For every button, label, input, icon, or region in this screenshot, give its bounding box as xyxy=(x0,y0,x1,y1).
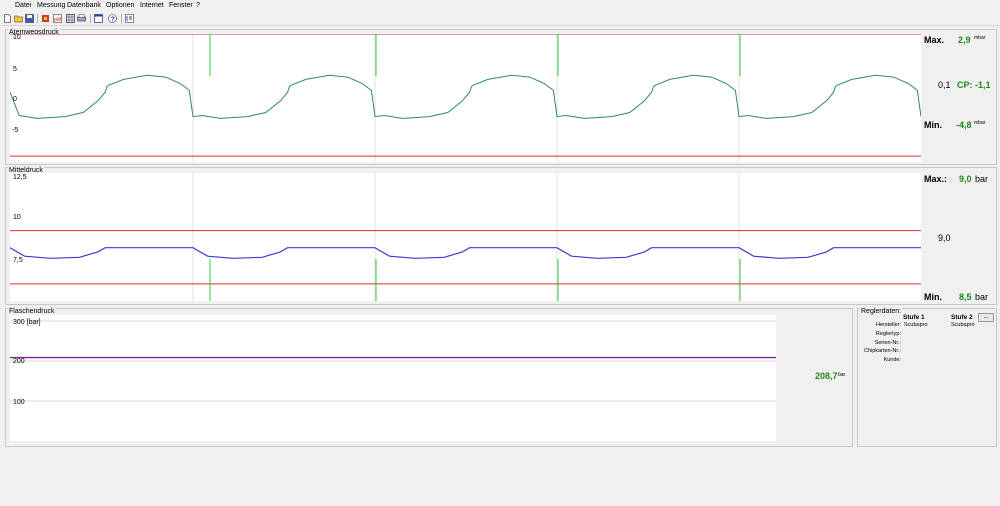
ytick: 10 xyxy=(13,34,21,41)
min-unit: bar xyxy=(975,292,989,302)
ytick: 200 xyxy=(13,358,25,365)
max-unit: mbar xyxy=(974,35,986,41)
rd-value-stufe2: Scubapro xyxy=(951,322,975,328)
grid-icon[interactable] xyxy=(66,14,75,23)
ytick: 5 xyxy=(13,66,17,73)
ytick: 0 xyxy=(13,96,17,103)
stufe1-header: Stufe 1 xyxy=(903,314,925,321)
menu-datenbank[interactable]: Datenbank xyxy=(67,2,101,10)
min-value: -4,8 xyxy=(956,120,972,130)
cp-value: CP: -1,1 xyxy=(957,80,991,90)
pdf-icon[interactable]: pdf xyxy=(53,14,62,23)
ytick: 300 [bar] xyxy=(13,319,41,326)
rd-label-kunde: Kunde: xyxy=(883,357,901,363)
window-icon[interactable] xyxy=(94,14,103,23)
save-icon[interactable] xyxy=(25,14,34,23)
help-icon[interactable]: ? xyxy=(108,14,117,23)
ytick: -5 xyxy=(12,127,19,134)
more-button[interactable]: ... xyxy=(978,313,994,322)
menu-optionen[interactable]: Optionen xyxy=(106,2,134,10)
min-label: Min. xyxy=(924,120,942,130)
menu-bar: Datei Messung Datenbank Optionen Interne… xyxy=(0,0,1000,12)
rd-label-hersteller: Hersteller: xyxy=(875,322,901,328)
ytick: 100 xyxy=(13,399,25,406)
rd-value-stufe1: Scubapro xyxy=(904,322,928,328)
mitteldruck-trace xyxy=(10,247,921,259)
max-value: 2,9 xyxy=(958,35,971,45)
ytick: 10 xyxy=(13,214,21,221)
menu-fenster[interactable]: Fenster xyxy=(169,2,193,10)
menu-datei[interactable]: Datei xyxy=(15,2,31,10)
toolbar-separator xyxy=(90,14,91,23)
current-value: 0,1 xyxy=(938,80,951,90)
flaschendruck-chart xyxy=(10,320,776,402)
ytick: 7,5 xyxy=(13,257,23,264)
rd-label-reglertyp: Reglertyp: xyxy=(875,331,901,337)
rd-label-seriennr: Serien-Nr.: xyxy=(874,340,901,346)
flaschendruck-unit: bar xyxy=(838,372,846,378)
menu-help[interactable]: ? xyxy=(196,2,200,10)
open-folder-icon[interactable] xyxy=(14,14,23,23)
record-icon[interactable] xyxy=(41,14,50,23)
flaschendruck-value: 208,7 xyxy=(815,371,838,381)
rd-label-chipkartennr: Chipkarten-Nr.: xyxy=(864,348,901,354)
ytick: 12,5 xyxy=(13,174,27,181)
menu-messung[interactable]: Messung xyxy=(37,2,65,10)
toolbar-separator xyxy=(37,14,38,23)
min-value: 8,5 xyxy=(959,292,972,302)
atemwegsdruck-chart xyxy=(10,34,921,162)
min-unit: mbar xyxy=(974,120,986,126)
max-label: Max. xyxy=(924,35,945,45)
reglerdaten-panel: Reglerdaten: xyxy=(857,308,997,447)
svg-text:pdf: pdf xyxy=(54,17,62,23)
menu-internet[interactable]: Internet xyxy=(140,2,164,10)
max-label: Max.: xyxy=(924,174,948,184)
print-icon[interactable] xyxy=(77,14,86,23)
max-unit: bar xyxy=(975,174,989,184)
toolbar: pdf ? xyxy=(0,12,1000,26)
panel-title: Reglerdaten: xyxy=(860,308,903,316)
stufe2-header: Stufe 2 xyxy=(951,314,973,321)
info-icon[interactable] xyxy=(125,14,134,23)
atemwegsdruck-trace xyxy=(10,74,921,119)
current-value: 9,0 xyxy=(938,233,951,243)
mitteldruck-chart xyxy=(10,173,921,301)
svg-text:?: ? xyxy=(111,16,115,23)
new-file-icon[interactable] xyxy=(3,14,12,23)
min-label: Min. xyxy=(924,292,942,302)
max-value: 9,0 xyxy=(959,174,972,184)
toolbar-separator xyxy=(121,14,122,23)
